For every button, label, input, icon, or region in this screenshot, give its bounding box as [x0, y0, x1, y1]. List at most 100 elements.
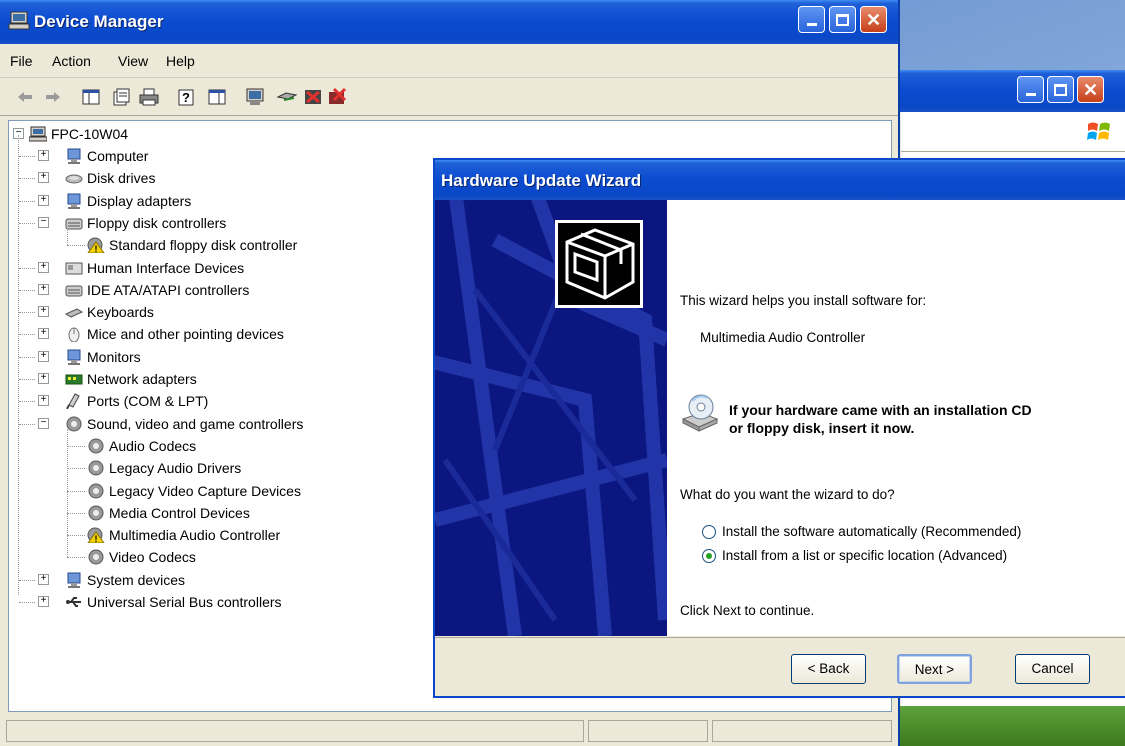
device-label: Floppy disk controllers	[87, 214, 227, 231]
maximize-icon	[836, 13, 849, 26]
option-automatic-label: Install the software automatically (Reco…	[722, 524, 1022, 539]
collapse-icon[interactable]: −	[38, 216, 49, 228]
forward-button[interactable]	[42, 86, 64, 108]
radio-automatic[interactable]	[702, 525, 716, 539]
expand-icon[interactable]: +	[38, 172, 49, 184]
monitor-icon	[67, 349, 81, 365]
menu-help[interactable]: Help	[166, 53, 195, 69]
device-label: Standard floppy disk controller	[109, 237, 298, 254]
minimize-icon	[806, 23, 817, 26]
close-icon: ✕	[1082, 79, 1099, 100]
expand-icon[interactable]: +	[38, 573, 49, 585]
option-install-from-list[interactable]: Install from a list or specific location…	[702, 547, 1102, 567]
expand-icon[interactable]: +	[38, 306, 49, 318]
device-label: Display adapters	[87, 192, 192, 209]
expand-icon[interactable]: +	[38, 350, 49, 362]
print-button[interactable]	[138, 86, 160, 108]
desktop-taskbar-area	[881, 706, 1125, 746]
show-hide-console-tree-button[interactable]	[80, 86, 102, 108]
cd-instruction-line2: or floppy disk, insert it now.	[729, 420, 915, 436]
expand-icon[interactable]: +	[38, 596, 49, 607]
device-manager-titlebar[interactable]: Device Manager ✕	[0, 0, 898, 44]
help-button[interactable]: ?	[176, 86, 198, 108]
help-icon: ?	[178, 89, 194, 106]
status-pane-2	[588, 720, 708, 742]
tree-root-label: FPC-10W04	[51, 126, 129, 142]
tree-connector	[19, 602, 35, 603]
hardware-box-icon	[555, 220, 643, 308]
tree-connector	[67, 445, 85, 447]
tree-connector	[19, 379, 35, 380]
usb-icon	[66, 597, 81, 607]
mouse-icon	[68, 327, 80, 343]
toolbar: ?	[0, 78, 898, 116]
display-adapter-icon	[67, 193, 81, 209]
windows-logo-icon	[1087, 122, 1110, 140]
back-button[interactable]: < Back	[791, 654, 866, 684]
menu-view[interactable]: View	[118, 53, 148, 69]
device-name: Multimedia Audio Controller	[700, 330, 866, 345]
close-icon: ✕	[865, 9, 882, 30]
expand-icon[interactable]: +	[38, 194, 49, 206]
tree-connector	[19, 267, 35, 269]
back-button[interactable]	[14, 86, 36, 108]
printer-icon	[139, 88, 159, 106]
tree-root[interactable]: − FPC-10W04	[13, 123, 313, 145]
system-device-icon	[67, 572, 81, 588]
minimize-button[interactable]	[1017, 76, 1044, 103]
expand-icon[interactable]: +	[38, 373, 49, 384]
device-label: Legacy Audio Drivers	[109, 460, 242, 477]
hardware-update-wizard: Hardware Update Wizard This wizard helps…	[433, 158, 1125, 698]
expand-icon[interactable]: +	[38, 283, 49, 295]
sound-icon	[88, 549, 104, 565]
disable-device-button[interactable]	[302, 86, 324, 108]
uninstall-device-button[interactable]	[326, 86, 348, 108]
close-button[interactable]: ✕	[1077, 76, 1104, 103]
sound-icon	[88, 438, 104, 454]
option-from-list-label: Install from a list or specific location…	[722, 548, 1008, 563]
close-button[interactable]: ✕	[860, 6, 887, 33]
network-adapter-icon	[65, 374, 83, 385]
status-bar	[0, 716, 898, 746]
device-label: Keyboards	[87, 304, 154, 321]
status-pane-3	[712, 720, 892, 742]
tree-connector	[19, 200, 35, 202]
computer-icon	[67, 148, 81, 164]
tree-connector	[67, 557, 85, 559]
background-window-titlebar[interactable]: ✕	[881, 70, 1125, 112]
radio-from-list[interactable]	[702, 549, 716, 563]
maximize-button[interactable]	[829, 6, 856, 33]
menu-action[interactable]: Action	[52, 53, 91, 69]
maximize-button[interactable]	[1047, 76, 1074, 103]
sound-icon	[88, 460, 104, 476]
wizard-titlebar[interactable]: Hardware Update Wizard	[435, 160, 1125, 200]
tree-connector	[67, 535, 85, 537]
expand-icon[interactable]: +	[38, 395, 49, 407]
menu-file[interactable]: File	[10, 53, 33, 69]
device-label: Audio Codecs	[109, 437, 197, 454]
computer-root-icon	[29, 126, 47, 142]
expand-icon[interactable]: +	[38, 150, 49, 161]
tree-connector	[19, 401, 35, 403]
expand-icon[interactable]: +	[38, 328, 49, 340]
next-button[interactable]: Next >	[897, 654, 972, 684]
collapse-icon[interactable]: −	[38, 417, 49, 429]
status-pane-main	[6, 720, 584, 742]
scan-hardware-icon	[246, 88, 264, 105]
tree-connector	[19, 289, 35, 291]
show-hide-action-pane-button[interactable]	[206, 86, 228, 108]
back-arrow-icon	[18, 92, 32, 102]
option-install-automatically[interactable]: Install the software automatically (Reco…	[702, 523, 1102, 543]
minimize-button[interactable]	[798, 6, 825, 33]
svg-text:?: ?	[182, 90, 190, 105]
tree-connector	[67, 490, 85, 492]
device-label: IDE ATA/ATAPI controllers	[87, 281, 250, 298]
expand-icon[interactable]: +	[38, 261, 49, 273]
properties-button[interactable]	[110, 86, 132, 108]
cancel-button[interactable]: Cancel	[1015, 654, 1090, 684]
installation-cd-icon	[681, 394, 719, 432]
scan-hardware-button[interactable]	[244, 86, 266, 108]
device-label: Multimedia Audio Controller	[109, 527, 281, 544]
update-driver-button[interactable]	[276, 86, 298, 108]
tree-connector	[19, 423, 35, 425]
